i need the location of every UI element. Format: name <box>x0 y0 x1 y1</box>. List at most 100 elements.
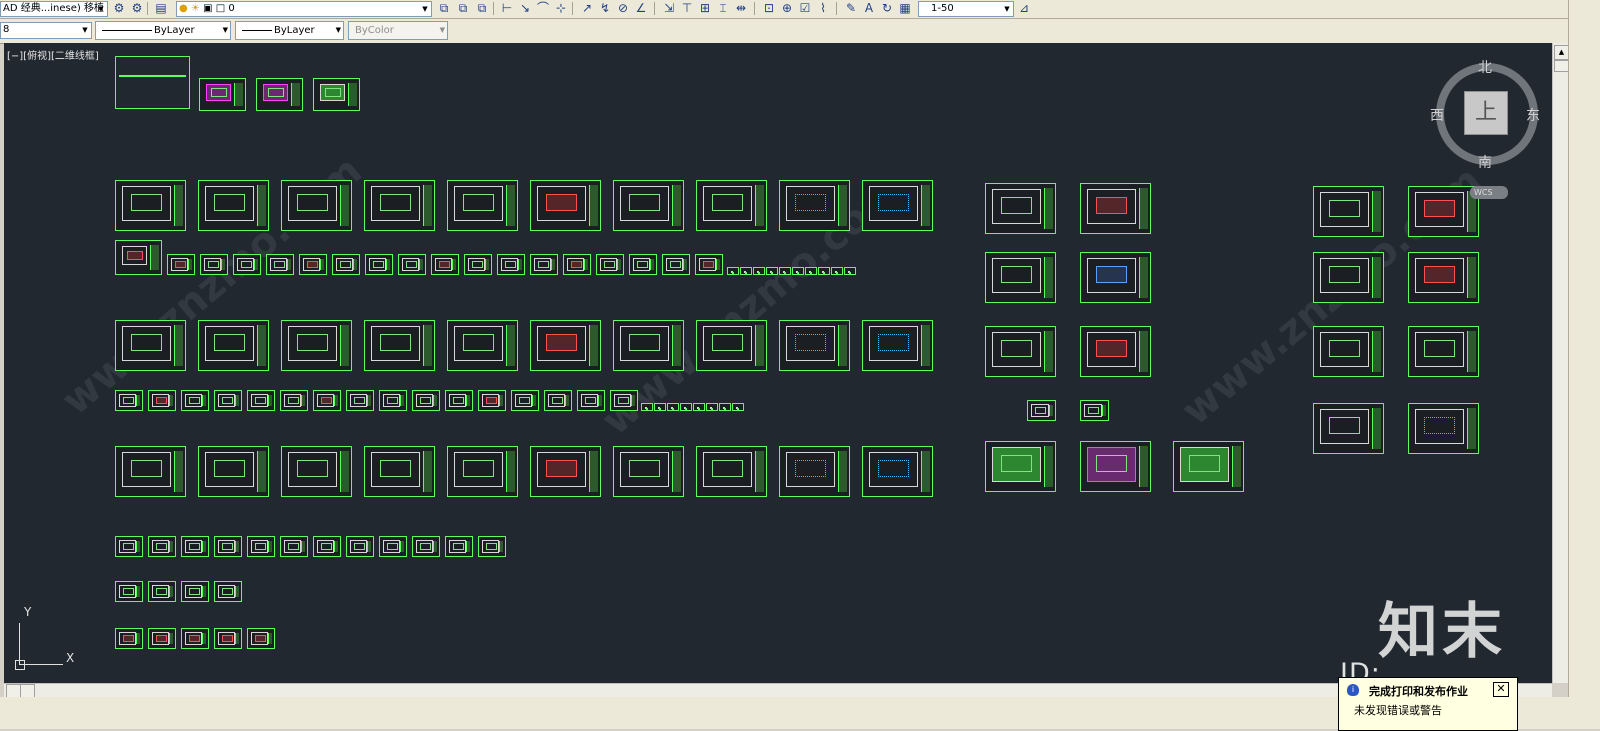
drawing-sheet-thumbnail[interactable] <box>613 446 684 497</box>
drawing-sheet-thumbnail[interactable] <box>346 390 374 411</box>
scroll-up-button[interactable]: ▲ <box>1554 45 1569 60</box>
drawing-sheet-thumbnail[interactable] <box>613 320 684 371</box>
drawing-sheet-thumbnail[interactable] <box>148 390 176 411</box>
baseline-icon[interactable]: ⊤ <box>680 1 694 15</box>
drawing-sheet-thumbnail[interactable] <box>478 390 506 411</box>
drawing-sheet-thumbnail[interactable] <box>299 254 327 275</box>
diameter-icon[interactable]: ⊘ <box>616 1 630 15</box>
compass-west[interactable]: 西 <box>1430 105 1444 125</box>
drawing-sheet-thumbnail[interactable] <box>1173 441 1244 492</box>
drawing-sheet-thumbnail[interactable] <box>346 536 374 557</box>
scroll-thumb[interactable] <box>20 684 35 698</box>
drawing-sheet-thumbnail[interactable] <box>1408 403 1479 454</box>
radius-icon[interactable]: ↗ <box>580 1 594 15</box>
drawing-sheet-thumbnail[interactable] <box>680 403 692 411</box>
drawing-sheet-thumbnail[interactable] <box>198 446 269 497</box>
drawing-sheet-thumbnail[interactable] <box>431 254 459 275</box>
drawing-sheet-thumbnail[interactable] <box>753 267 765 275</box>
ordinate-icon[interactable]: ⊹ <box>554 1 568 15</box>
drawing-sheet-thumbnail[interactable] <box>445 390 473 411</box>
print-job-notification[interactable]: i 完成打印和发布作业 未发现错误或警告 ✕ <box>1338 677 1518 731</box>
drawing-sheet-thumbnail[interactable] <box>198 180 269 231</box>
drawing-sheet-thumbnail[interactable] <box>613 180 684 231</box>
make-current-icon[interactable]: ⧉ <box>437 1 451 15</box>
drawing-sheet-thumbnail[interactable] <box>1313 186 1384 237</box>
layer-previous-icon[interactable]: ⧉ <box>456 1 470 15</box>
drawing-sheet-thumbnail[interactable] <box>844 267 856 275</box>
drawing-sheet-thumbnail[interactable] <box>706 403 718 411</box>
layer-manager-icon[interactable]: ▤ <box>154 1 168 15</box>
drawing-sheet-thumbnail[interactable] <box>256 78 303 111</box>
drawing-sheet-thumbnail[interactable] <box>115 446 186 497</box>
drawing-sheet-thumbnail[interactable] <box>280 390 308 411</box>
dimstyle-icon[interactable]: ▦ <box>898 1 912 15</box>
drawing-sheet-thumbnail[interactable] <box>696 320 767 371</box>
drawing-sheet-thumbnail[interactable] <box>115 390 143 411</box>
drawing-sheet-thumbnail[interactable] <box>740 267 752 275</box>
drawing-sheet-thumbnail[interactable] <box>1080 326 1151 377</box>
drawing-sheet-thumbnail[interactable] <box>530 254 558 275</box>
drawing-sheet-thumbnail[interactable] <box>779 320 850 371</box>
drawing-sheet-thumbnail[interactable] <box>577 390 605 411</box>
drawing-sheet-thumbnail[interactable] <box>214 390 242 411</box>
center-mark-icon[interactable]: ⊕ <box>780 1 794 15</box>
drawing-sheet-thumbnail[interactable] <box>447 320 518 371</box>
drawing-sheet-thumbnail[interactable] <box>379 390 407 411</box>
drawing-sheet-thumbnail[interactable] <box>247 390 275 411</box>
drawing-sheet-thumbnail[interactable] <box>181 536 209 557</box>
drawing-sheet-thumbnail[interactable] <box>214 581 242 602</box>
drawing-sheet-thumbnail[interactable] <box>447 446 518 497</box>
wcs-menu[interactable]: WCS <box>1470 186 1508 199</box>
angular-icon[interactable]: ∠ <box>634 1 648 15</box>
drawing-sheet-thumbnail[interactable] <box>364 320 435 371</box>
drawing-sheet-thumbnail[interactable] <box>610 390 638 411</box>
drawing-sheet-thumbnail[interactable] <box>862 180 933 231</box>
linear-dimension-icon[interactable]: ⊢ <box>500 1 514 15</box>
drawing-sheet-thumbnail[interactable] <box>181 628 209 649</box>
dimstyle-select[interactable]: 1-50 ▼ <box>918 1 1014 17</box>
drawing-sheet-thumbnail[interactable] <box>1408 252 1479 303</box>
drawing-sheet-thumbnail[interactable] <box>654 403 666 411</box>
viewcube-top-face[interactable]: 上 <box>1464 91 1508 135</box>
aligned-dimension-icon[interactable]: ↘ <box>518 1 532 15</box>
drawing-sheet-thumbnail[interactable] <box>695 254 723 275</box>
drawing-sheet-thumbnail[interactable] <box>779 180 850 231</box>
continue-icon[interactable]: ⊞ <box>698 1 712 15</box>
drawing-sheet-thumbnail[interactable] <box>280 536 308 557</box>
jogged-linear-icon[interactable]: ⌇ <box>816 1 830 15</box>
drawing-sheet-thumbnail[interactable] <box>1313 252 1384 303</box>
drawing-sheet-thumbnail[interactable] <box>281 446 352 497</box>
drawing-sheet-thumbnail[interactable] <box>379 536 407 557</box>
inspect-icon[interactable]: ☑ <box>798 1 812 15</box>
drawing-sheet-thumbnail[interactable] <box>862 320 933 371</box>
drawing-sheet-thumbnail[interactable] <box>1408 326 1479 377</box>
drawing-sheet-thumbnail[interactable] <box>563 254 591 275</box>
lineweight-select[interactable]: ByLayer ▼ <box>235 21 344 40</box>
drawing-sheet-thumbnail[interactable] <box>115 240 162 275</box>
vertical-scrollbar[interactable]: ▲ <box>1552 43 1569 683</box>
layer-states-icon[interactable]: ⧉ <box>475 1 489 15</box>
compass-north[interactable]: 北 <box>1478 57 1492 77</box>
drawing-sheet-thumbnail[interactable] <box>1080 183 1151 234</box>
drawing-sheet-thumbnail[interactable] <box>464 254 492 275</box>
drawing-sheet-thumbnail[interactable] <box>497 254 525 275</box>
drawing-sheet-thumbnail[interactable] <box>1313 326 1384 377</box>
edit-dimension-icon[interactable]: ✎ <box>844 1 858 15</box>
workspace-select[interactable]: AD 经典...inese) 移植 ▼ <box>0 1 108 17</box>
drawing-sheet-thumbnail[interactable] <box>214 536 242 557</box>
drawing-sheet-thumbnail[interactable] <box>478 536 506 557</box>
drawing-sheet-thumbnail[interactable] <box>313 536 341 557</box>
close-button[interactable]: ✕ <box>1493 682 1509 697</box>
linetype-select[interactable]: ByLayer ▼ <box>95 21 231 40</box>
drawing-sheet-thumbnail[interactable] <box>662 254 690 275</box>
drawing-sheet-thumbnail[interactable] <box>696 180 767 231</box>
drawing-sheet-thumbnail[interactable] <box>364 180 435 231</box>
scroll-left-button[interactable] <box>6 684 21 698</box>
drawing-sheet-thumbnail[interactable] <box>365 254 393 275</box>
drawing-sheet-thumbnail[interactable] <box>985 441 1056 492</box>
drawing-sheet-thumbnail[interactable] <box>1408 186 1479 237</box>
drawing-sheet-thumbnail[interactable] <box>831 267 843 275</box>
drawing-sheet-thumbnail[interactable] <box>629 254 657 275</box>
drawing-sheet-thumbnail[interactable] <box>233 254 261 275</box>
drawing-sheet-thumbnail[interactable] <box>641 403 653 411</box>
